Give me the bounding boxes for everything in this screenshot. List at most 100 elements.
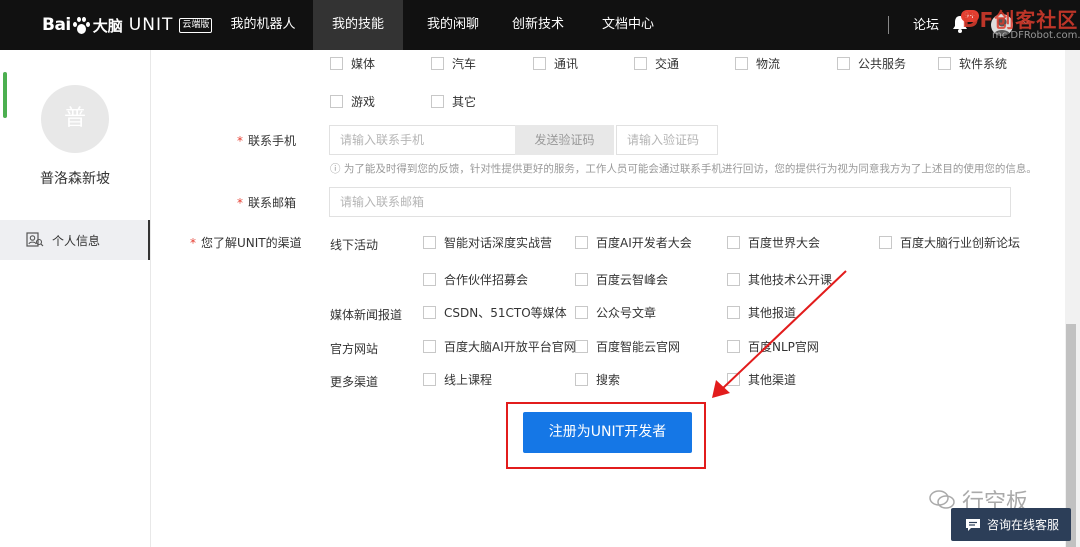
profile-avatar: 普 xyxy=(41,85,109,153)
channel-option[interactable]: 百度AI开发者大会 xyxy=(575,234,692,251)
option-label: 百度大脑AI开放平台官网 xyxy=(444,340,576,354)
checkbox[interactable] xyxy=(634,57,647,70)
checkbox[interactable] xyxy=(423,273,436,286)
option-label: 交通 xyxy=(655,57,680,71)
nav-forum[interactable]: 论坛 xyxy=(913,0,939,52)
industry-option[interactable]: 游戏 xyxy=(330,93,375,110)
nav-divider xyxy=(888,16,889,34)
option-label: 百度大脑行业创新论坛 xyxy=(900,236,1021,250)
sidebar: 普 普洛森新坡 个人信息 xyxy=(0,50,150,547)
phone-label-text: 联系手机 xyxy=(247,134,296,148)
channel-group-media: 媒体新闻报道 xyxy=(330,308,403,322)
checkbox[interactable] xyxy=(533,57,546,70)
logo-bai: Bai xyxy=(42,15,71,35)
industry-option[interactable]: 媒体 xyxy=(330,55,375,72)
checkbox[interactable] xyxy=(575,340,588,353)
verify-code-input[interactable]: 请输入验证码 xyxy=(616,125,718,155)
channel-label: * 您了解UNIT的渠道 xyxy=(190,234,302,251)
watermark-dfrobot-url: mc.DFRobot.com.cn xyxy=(992,30,1080,41)
channel-label-text: 您了解UNIT的渠道 xyxy=(201,236,302,250)
nav-my-skills[interactable]: 我的技能 xyxy=(313,0,403,50)
option-label: 线上课程 xyxy=(444,373,493,387)
option-label: 百度AI开发者大会 xyxy=(596,236,692,250)
option-label: 公共服务 xyxy=(858,57,907,71)
channel-option[interactable]: 公众号文章 xyxy=(575,304,656,321)
channel-option[interactable]: 搜索 xyxy=(575,371,620,388)
top-nav: Bai 大脑 UNIT 云端版 我的机器人 我的技能 我的闲聊 创新技术 文档中… xyxy=(0,0,1080,50)
baidu-unit-logo[interactable]: Bai 大脑 UNIT 云端版 xyxy=(42,13,213,37)
industry-option[interactable]: 其它 xyxy=(431,93,476,110)
checkbox[interactable] xyxy=(423,306,436,319)
checkbox[interactable] xyxy=(938,57,951,70)
required-asterisk: * xyxy=(236,134,243,148)
online-support-button[interactable]: 咨询在线客服 xyxy=(951,508,1071,541)
checkbox[interactable] xyxy=(431,95,444,108)
channel-option[interactable]: 百度云智峰会 xyxy=(575,271,668,288)
chat-bubble-icon xyxy=(966,518,980,531)
nav-docs[interactable]: 文档中心 xyxy=(590,0,666,50)
industry-option[interactable]: 软件系统 xyxy=(938,55,1007,72)
send-code-button[interactable]: 发送验证码 xyxy=(515,125,614,155)
industry-option[interactable]: 汽车 xyxy=(431,55,476,72)
checkbox[interactable] xyxy=(575,236,588,249)
nav-innovation[interactable]: 创新技术 xyxy=(500,0,576,50)
sidebar-item-personal-info[interactable]: 个人信息 xyxy=(0,220,150,260)
channel-option[interactable]: 智能对话深度实战营 xyxy=(423,234,552,251)
checkbox[interactable] xyxy=(330,95,343,108)
email-label-text: 联系邮箱 xyxy=(247,196,296,210)
option-label: 百度云智峰会 xyxy=(596,273,669,287)
option-label: 合作伙伴招募会 xyxy=(444,273,529,287)
channel-group-more: 更多渠道 xyxy=(330,375,379,389)
channel-option[interactable]: 百度智能云官网 xyxy=(575,338,680,355)
sidebar-scroll-indicator xyxy=(3,72,7,118)
option-label: 游戏 xyxy=(351,95,376,109)
option-label: 公众号文章 xyxy=(596,306,657,320)
option-label: 百度世界大会 xyxy=(748,236,821,250)
option-label: CSDN、51CTO等媒体 xyxy=(444,306,567,320)
option-label: 通讯 xyxy=(554,57,579,71)
option-label: 智能对话深度实战营 xyxy=(444,236,553,250)
industry-option[interactable]: 公共服务 xyxy=(837,55,906,72)
phone-input[interactable]: 请输入联系手机 xyxy=(329,125,516,155)
required-asterisk: * xyxy=(236,196,243,210)
checkbox[interactable] xyxy=(735,57,748,70)
option-label: 搜索 xyxy=(596,373,621,387)
channel-option[interactable]: 百度大脑AI开放平台官网 xyxy=(423,338,576,355)
checkbox[interactable] xyxy=(431,57,444,70)
email-input[interactable]: 请输入联系邮箱 xyxy=(329,187,1011,217)
watermark-dfrobot: DF创客社区 xyxy=(962,8,1079,32)
checkbox[interactable] xyxy=(575,306,588,319)
checkbox[interactable] xyxy=(575,273,588,286)
checkbox[interactable] xyxy=(727,236,740,249)
paw-icon xyxy=(72,16,91,35)
checkbox[interactable] xyxy=(423,373,436,386)
checkbox[interactable] xyxy=(423,236,436,249)
channel-group-offline: 线下活动 xyxy=(330,238,379,252)
channel-option[interactable]: 百度大脑行业创新论坛 xyxy=(879,234,1020,251)
option-label: 百度智能云官网 xyxy=(596,340,681,354)
channel-option[interactable]: 线上课程 xyxy=(423,371,492,388)
industry-option[interactable]: 交通 xyxy=(634,55,679,72)
option-label: 汽车 xyxy=(452,57,477,71)
industry-option[interactable]: 物流 xyxy=(735,55,780,72)
channel-option[interactable]: 百度世界大会 xyxy=(727,234,820,251)
checkbox[interactable] xyxy=(423,340,436,353)
edition-badge: 云端版 xyxy=(179,17,213,33)
industry-option[interactable]: 通讯 xyxy=(533,55,578,72)
logo-unit: UNIT xyxy=(128,15,174,35)
register-developer-button[interactable]: 注册为UNIT开发者 xyxy=(523,412,692,453)
option-label: 物流 xyxy=(756,57,781,71)
channel-option[interactable]: CSDN、51CTO等媒体 xyxy=(423,304,567,321)
phone-label: * 联系手机 xyxy=(200,132,296,149)
option-label: 媒体 xyxy=(351,57,376,71)
channel-group-official: 官方网站 xyxy=(330,342,379,356)
nav-my-chitchat[interactable]: 我的闲聊 xyxy=(410,0,496,50)
checkbox[interactable] xyxy=(837,57,850,70)
user-info-icon xyxy=(26,232,44,247)
checkbox[interactable] xyxy=(575,373,588,386)
sidebar-item-label: 个人信息 xyxy=(52,233,101,248)
nav-my-robots[interactable]: 我的机器人 xyxy=(220,0,306,50)
checkbox[interactable] xyxy=(879,236,892,249)
checkbox[interactable] xyxy=(330,57,343,70)
channel-option[interactable]: 合作伙伴招募会 xyxy=(423,271,528,288)
